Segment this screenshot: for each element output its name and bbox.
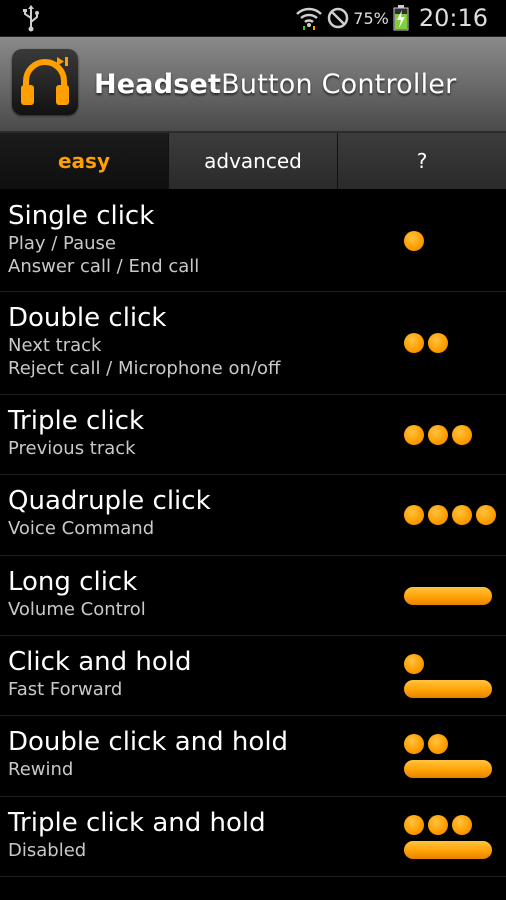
click-dot-icon: [428, 333, 448, 353]
item-desc: Next track: [8, 335, 102, 356]
click-dots: [404, 653, 492, 674]
app-title-bold: Headset: [94, 69, 222, 100]
click-dot-icon: [476, 505, 496, 525]
click-dot-icon: [428, 734, 448, 754]
item-desc: Disabled: [8, 840, 87, 861]
click-dot-icon: [428, 814, 448, 835]
item-desc: Fast Forward: [8, 679, 123, 700]
clock: 20:16: [418, 4, 488, 32]
usb-icon: [23, 5, 39, 32]
click-pattern: [404, 292, 448, 394]
battery-charging-icon: [393, 5, 409, 31]
no-sim-icon: [328, 7, 349, 29]
click-dots: [404, 424, 472, 445]
click-dot-icon: [404, 505, 424, 525]
item-title: Double click and hold: [8, 727, 289, 757]
list-item-triple-click[interactable]: Triple click Previous track: [0, 395, 506, 475]
wifi-icon: [296, 7, 323, 30]
hold-bar-icon: [404, 679, 492, 698]
app-title-rest: Button Controller: [221, 69, 457, 100]
click-dots: [404, 505, 496, 525]
item-title: Double click: [8, 303, 167, 333]
item-title: Triple click: [8, 406, 145, 436]
hold-bar-icon: [404, 586, 492, 605]
click-dots: [404, 814, 492, 835]
click-pattern: [404, 395, 472, 474]
click-dot-icon: [452, 814, 472, 835]
click-pattern: [404, 716, 492, 796]
list-item-quadruple-click[interactable]: Quadruple click Voice Command: [0, 475, 506, 556]
list-item-triple-click-and-hold[interactable]: Triple click and hold Disabled: [0, 797, 506, 877]
click-pattern: [404, 190, 424, 291]
click-dot-icon: [404, 333, 424, 353]
click-dot-icon: [404, 230, 424, 251]
headphones-icon: [21, 57, 69, 105]
click-pattern: [404, 636, 492, 715]
app-icon[interactable]: [12, 49, 78, 115]
click-dots: [404, 333, 448, 353]
click-dot-icon: [404, 653, 424, 674]
click-pattern: [404, 556, 492, 635]
click-pattern: [404, 475, 496, 555]
list-item-double-click-and-hold[interactable]: Double click and hold Rewind: [0, 716, 506, 797]
app-title: HeadsetButton Controller: [94, 37, 456, 131]
click-dot-icon: [452, 424, 472, 445]
tab-bar: easy advanced ?: [0, 133, 506, 189]
tab-advanced[interactable]: advanced: [169, 133, 338, 189]
item-title: Triple click and hold: [8, 808, 266, 838]
list-item-double-click[interactable]: Double click Next track Reject call / Mi…: [0, 292, 506, 395]
click-dots: [404, 734, 492, 754]
title-bar: HeadsetButton Controller: [0, 37, 506, 133]
list-item-single-click[interactable]: Single click Play / Pause Answer call / …: [0, 190, 506, 292]
click-pattern: [404, 797, 492, 876]
hold-bar-icon: [404, 840, 492, 859]
item-desc: Answer call / End call: [8, 256, 200, 277]
item-title: Long click: [8, 567, 138, 597]
click-dots: [404, 230, 424, 251]
hold-bar-icon: [404, 760, 492, 778]
item-title: Click and hold: [8, 647, 192, 677]
item-desc: Rewind: [8, 759, 74, 780]
click-dot-icon: [452, 505, 472, 525]
list-item-long-click[interactable]: Long click Volume Control: [0, 556, 506, 636]
list-item-click-and-hold[interactable]: Click and hold Fast Forward: [0, 636, 506, 716]
tab-help[interactable]: ?: [338, 133, 506, 189]
item-desc: Play / Pause: [8, 233, 116, 254]
item-desc: Voice Command: [8, 518, 155, 539]
click-dot-icon: [428, 505, 448, 525]
item-desc: Previous track: [8, 438, 136, 459]
item-title: Single click: [8, 201, 155, 231]
click-dot-icon: [404, 814, 424, 835]
click-action-list: Single click Play / Pause Answer call / …: [0, 190, 506, 877]
item-desc: Reject call / Microphone on/off: [8, 358, 281, 379]
item-title: Quadruple click: [8, 486, 211, 516]
tab-easy[interactable]: easy: [0, 133, 169, 189]
item-desc: Volume Control: [8, 599, 146, 620]
battery-percent: 75%: [353, 8, 389, 28]
status-indicators: 75% 20:16: [295, 0, 488, 36]
status-bar: 75% 20:16: [0, 0, 506, 37]
click-dot-icon: [404, 734, 424, 754]
click-dot-icon: [428, 424, 448, 445]
click-dot-icon: [404, 424, 424, 445]
